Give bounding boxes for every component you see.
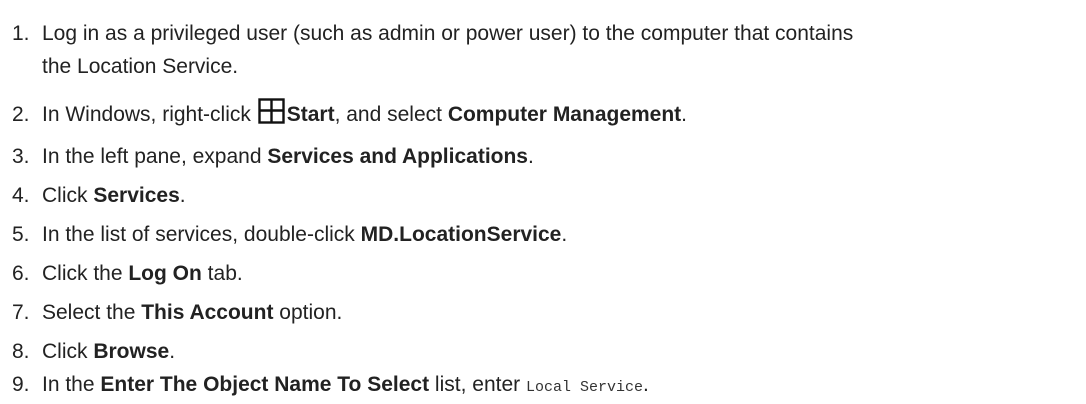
step-punctuation: . bbox=[561, 223, 568, 246]
step-5: 5. In the list of services, double-click … bbox=[12, 219, 1076, 251]
step-text: Click the bbox=[42, 262, 129, 285]
step-8: 8. Click Browse. bbox=[12, 336, 1076, 368]
step-number: 7. bbox=[12, 301, 30, 324]
log-on-label: Log On bbox=[128, 262, 202, 285]
computer-management-label: Computer Management bbox=[447, 103, 682, 126]
step-6: 6. Click the Log On tab. bbox=[12, 258, 1076, 290]
step-text: , and select bbox=[334, 103, 448, 126]
step-text: In Windows, right-click bbox=[42, 103, 257, 126]
step-text: In the left pane, expand bbox=[42, 145, 268, 168]
windows-start-icon bbox=[258, 98, 285, 124]
step-number: 9. bbox=[12, 373, 30, 396]
step-text: In the bbox=[42, 373, 101, 396]
local-service-code: Local Service bbox=[525, 379, 643, 396]
step-number: 4. bbox=[12, 184, 30, 207]
step-number: 2. bbox=[12, 103, 30, 126]
step-punctuation: . bbox=[643, 373, 649, 396]
browse-label: Browse bbox=[93, 340, 170, 363]
step-text: Select the bbox=[42, 301, 142, 324]
step-number: 3. bbox=[12, 145, 30, 168]
object-name-label: Enter The Object Name To Select bbox=[100, 373, 430, 396]
step-text: the Location Service. bbox=[42, 55, 239, 78]
step-punctuation: . bbox=[179, 184, 186, 207]
start-label: Start bbox=[286, 103, 335, 126]
step-text: In the list of services, double-click bbox=[42, 223, 361, 246]
step-punctuation: . bbox=[528, 145, 534, 168]
step-number: 1. bbox=[12, 22, 30, 45]
step-number: 8. bbox=[12, 340, 30, 363]
step-punctuation: . bbox=[169, 340, 176, 363]
step-1: 1. Log in as a privileged user (such as a… bbox=[12, 18, 1076, 50]
this-account-label: This Account bbox=[141, 301, 274, 324]
step-3: 3. In the left pane, expand Services and … bbox=[12, 141, 1076, 173]
step-4: 4. Click Services. bbox=[12, 180, 1076, 212]
step-text: Log in as a privileged user (such as adm… bbox=[42, 22, 854, 45]
step-punctuation: . bbox=[681, 103, 688, 126]
step-1-continued: the Location Service. bbox=[12, 51, 1076, 83]
step-text: Click bbox=[42, 184, 94, 207]
step-text: Click bbox=[42, 340, 94, 363]
step-text: tab. bbox=[201, 262, 243, 285]
step-9: 9. In the Enter The Object Name To Select… bbox=[12, 369, 1076, 404]
step-number: 5. bbox=[12, 223, 30, 246]
step-text: list, enter bbox=[429, 373, 526, 396]
services-label: Services bbox=[93, 184, 180, 207]
step-2: 2. In Windows, right-click Start, and sel… bbox=[12, 98, 1076, 131]
md-locationservice-label: MD.LocationService bbox=[360, 223, 562, 246]
step-text: option. bbox=[273, 301, 343, 324]
instruction-list: 1. Log in as a privileged user (such as a… bbox=[0, 0, 1086, 402]
step-number: 6. bbox=[12, 262, 30, 285]
services-and-applications-label: Services and Applications bbox=[267, 145, 528, 168]
step-7: 7. Select the This Account option. bbox=[12, 297, 1076, 329]
